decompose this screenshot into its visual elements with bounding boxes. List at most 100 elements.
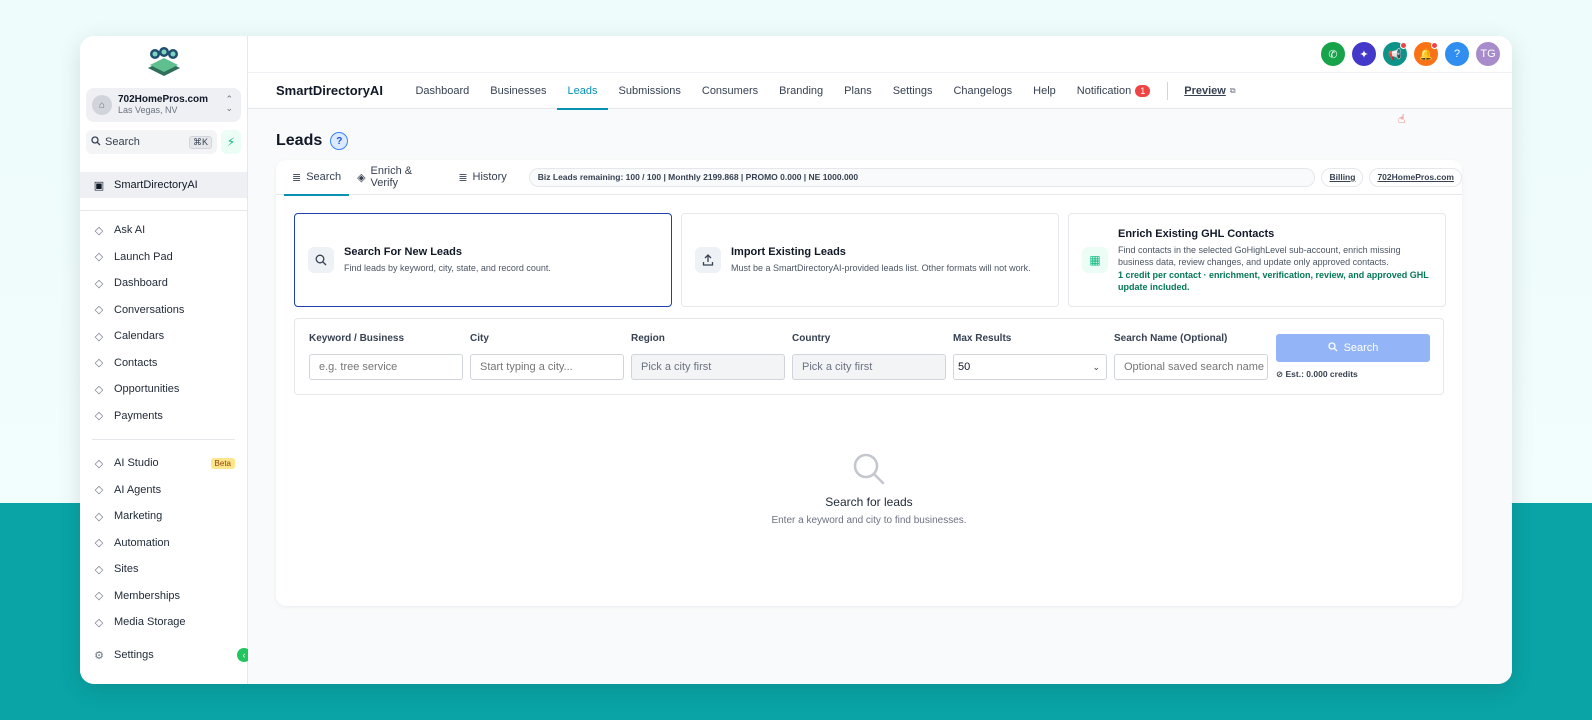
tab-leads[interactable]: Leads: [557, 72, 609, 110]
sidebar-item-payments[interactable]: ◇ Payments: [80, 403, 247, 430]
sidebar-item-memberships[interactable]: ◇ Memberships: [80, 583, 247, 610]
announcements-button[interactable]: 📢: [1383, 42, 1407, 66]
sidebar-item-launch-pad[interactable]: ◇ Launch Pad: [80, 244, 247, 271]
megaphone-icon: 📢: [1388, 48, 1402, 61]
sidebar-item-automation[interactable]: ◇ Automation: [80, 530, 247, 557]
question-icon: ?: [1453, 48, 1461, 60]
rocket-icon: ◇: [94, 251, 104, 264]
unread-dot: [1431, 42, 1438, 49]
subtab-label: Search: [306, 171, 342, 183]
sidebar-item-label: Marketing: [114, 510, 163, 523]
sidebar-item-smartdirectoryai[interactable]: ▣ SmartDirectoryAI: [80, 172, 247, 198]
sidebar-item-label: Memberships: [114, 589, 181, 602]
billing-link[interactable]: Billing: [1321, 167, 1364, 187]
tab-settings[interactable]: Settings: [882, 72, 943, 109]
account-switcher[interactable]: ⌂ 702HomePros.com Las Vegas, NV ⌃ ⌄: [86, 88, 241, 122]
chevron-updown-icon: ⌃ ⌄: [225, 94, 233, 113]
max-results-label: Max Results: [953, 333, 1012, 344]
region-input[interactable]: Pick a city first: [631, 354, 785, 380]
subtab-enrich-verify[interactable]: ◈ Enrich & Verify: [349, 160, 450, 195]
preview-link[interactable]: Preview ⧉: [1174, 72, 1246, 109]
keyword-input[interactable]: [309, 354, 463, 380]
subtab-history[interactable]: ≣ History: [450, 160, 514, 195]
upload-icon: [695, 247, 721, 273]
help-button[interactable]: ?: [1445, 42, 1469, 66]
sidebar-item-settings[interactable]: ⚙ Settings: [80, 642, 248, 668]
option-enrich-ghl-contacts[interactable]: ▦ Enrich Existing GHL Contacts Find cont…: [1068, 213, 1446, 307]
sidebar-item-conversations[interactable]: ◇ Conversations: [80, 297, 247, 324]
sidebar-item-marketing[interactable]: ◇ Marketing: [80, 503, 247, 530]
phone-icon: ✆: [1328, 48, 1338, 61]
option-title: Enrich Existing GHL Contacts: [1118, 227, 1275, 240]
ai-agents-icon: ◇: [94, 484, 104, 497]
search-name-input[interactable]: [1114, 354, 1268, 380]
sidebar-search[interactable]: Search ⌘K: [86, 130, 217, 154]
sidebar-item-label: AI Agents: [114, 483, 162, 496]
sidebar-item-ai-agents[interactable]: ◇ AI Agents: [80, 477, 247, 504]
sidebar-item-label: SmartDirectoryAI: [114, 179, 198, 191]
tab-consumers[interactable]: Consumers: [691, 72, 768, 109]
automation-icon: ◇: [94, 537, 104, 550]
page-help-button[interactable]: ?: [330, 132, 349, 150]
tab-dashboard[interactable]: Dashboard: [405, 72, 480, 109]
country-input[interactable]: Pick a city first: [792, 354, 946, 380]
user-avatar[interactable]: TG: [1476, 42, 1500, 66]
max-results-select[interactable]: 50 ⌄: [953, 354, 1107, 380]
leads-subtabs: ≣ Search ◈ Enrich & Verify ≣ History Biz…: [276, 160, 1462, 196]
sidebar-item-label: Media Storage: [114, 616, 186, 629]
country-label: Country: [792, 333, 831, 344]
sidebar-nav-primary: ◇ Ask AI ◇ Launch Pad ◇ Dashboard ◇ Conversatio…: [80, 211, 247, 429]
sidebar-item-label: Conversations: [114, 303, 185, 316]
search-name-label: Search Name (Optional): [1114, 333, 1228, 344]
option-import-existing-leads[interactable]: Import Existing Leads Must be a SmartDir…: [681, 213, 1059, 307]
sidebar-item-opportunities[interactable]: ◇ Opportunities: [80, 376, 247, 403]
domain-link[interactable]: 702HomePros.com: [1369, 167, 1462, 187]
option-description: Find leads by keyword, city, state, and …: [344, 263, 551, 273]
tab-plans[interactable]: Plans: [834, 72, 883, 109]
sidebar-item-label: Launch Pad: [114, 250, 173, 263]
keyword-label: Keyword / Business: [309, 333, 405, 344]
option-title: Search For New Leads: [344, 246, 462, 258]
notifications-button[interactable]: 🔔: [1414, 42, 1438, 66]
grid-icon: ◇: [94, 277, 104, 290]
tab-help[interactable]: Help: [1023, 72, 1067, 109]
layers-icon: ◈: [357, 171, 366, 184]
sidebar-item-calendars[interactable]: ◇ Calendars: [80, 323, 247, 350]
main-content: ✆ ✦ 📢 🔔 ? TG SmartDirectoryAI Dashboard B…: [248, 36, 1512, 684]
sidebar-item-dashboard[interactable]: ◇ Dashboard: [80, 270, 247, 297]
subtab-search[interactable]: ≣ Search: [284, 160, 350, 196]
option-search-new-leads[interactable]: Search For New Leads Find leads by keywo…: [294, 213, 672, 307]
ai-assistant-button[interactable]: ✦: [1352, 42, 1376, 66]
option-description: Must be a SmartDirectoryAI-provided lead…: [731, 263, 1031, 273]
sidebar-item-label: Calendars: [114, 330, 165, 343]
tab-label: Notification: [1076, 84, 1132, 97]
opportunities-icon: ◇: [94, 383, 104, 396]
tab-branding[interactable]: Branding: [769, 72, 834, 109]
brand-title: SmartDirectoryAI: [276, 83, 383, 98]
tab-submissions[interactable]: Submissions: [608, 72, 691, 109]
chat-icon: ◇: [94, 304, 104, 317]
divider: [92, 439, 235, 440]
account-name: 702HomePros.com: [118, 94, 209, 105]
sidebar-item-contacts[interactable]: ◇ Contacts: [80, 350, 247, 377]
ai-studio-icon: ◇: [94, 457, 104, 470]
empty-state-title: Search for leads: [825, 495, 913, 509]
sidebar-item-ask-ai[interactable]: ◇ Ask AI: [80, 217, 247, 244]
gear-icon: ⚙: [94, 649, 104, 662]
tab-notification[interactable]: Notification 1: [1066, 72, 1160, 109]
app-logo[interactable]: [80, 36, 247, 84]
building-icon: ▦: [1082, 247, 1108, 273]
sidebar-item-ai-studio[interactable]: ◇ AI Studio Beta: [80, 450, 247, 477]
tab-changelogs[interactable]: Changelogs: [943, 72, 1023, 109]
city-input[interactable]: [470, 354, 624, 380]
page-header: Leads ?: [276, 132, 349, 150]
sidebar-item-media-storage[interactable]: ◇ Media Storage: [80, 609, 247, 636]
sidebar-item-sites[interactable]: ◇ Sites: [80, 556, 247, 583]
tab-businesses[interactable]: Businesses: [480, 72, 557, 109]
search-icon: [308, 247, 334, 273]
phone-button[interactable]: ✆: [1321, 42, 1345, 66]
search-button[interactable]: Search: [1276, 334, 1430, 362]
sidebar-item-label: Contacts: [114, 356, 158, 369]
quick-action-bolt-icon[interactable]: ⚡: [221, 130, 241, 154]
credit-estimate: ⊘ Est.: 0.000 credits: [1276, 369, 1358, 380]
